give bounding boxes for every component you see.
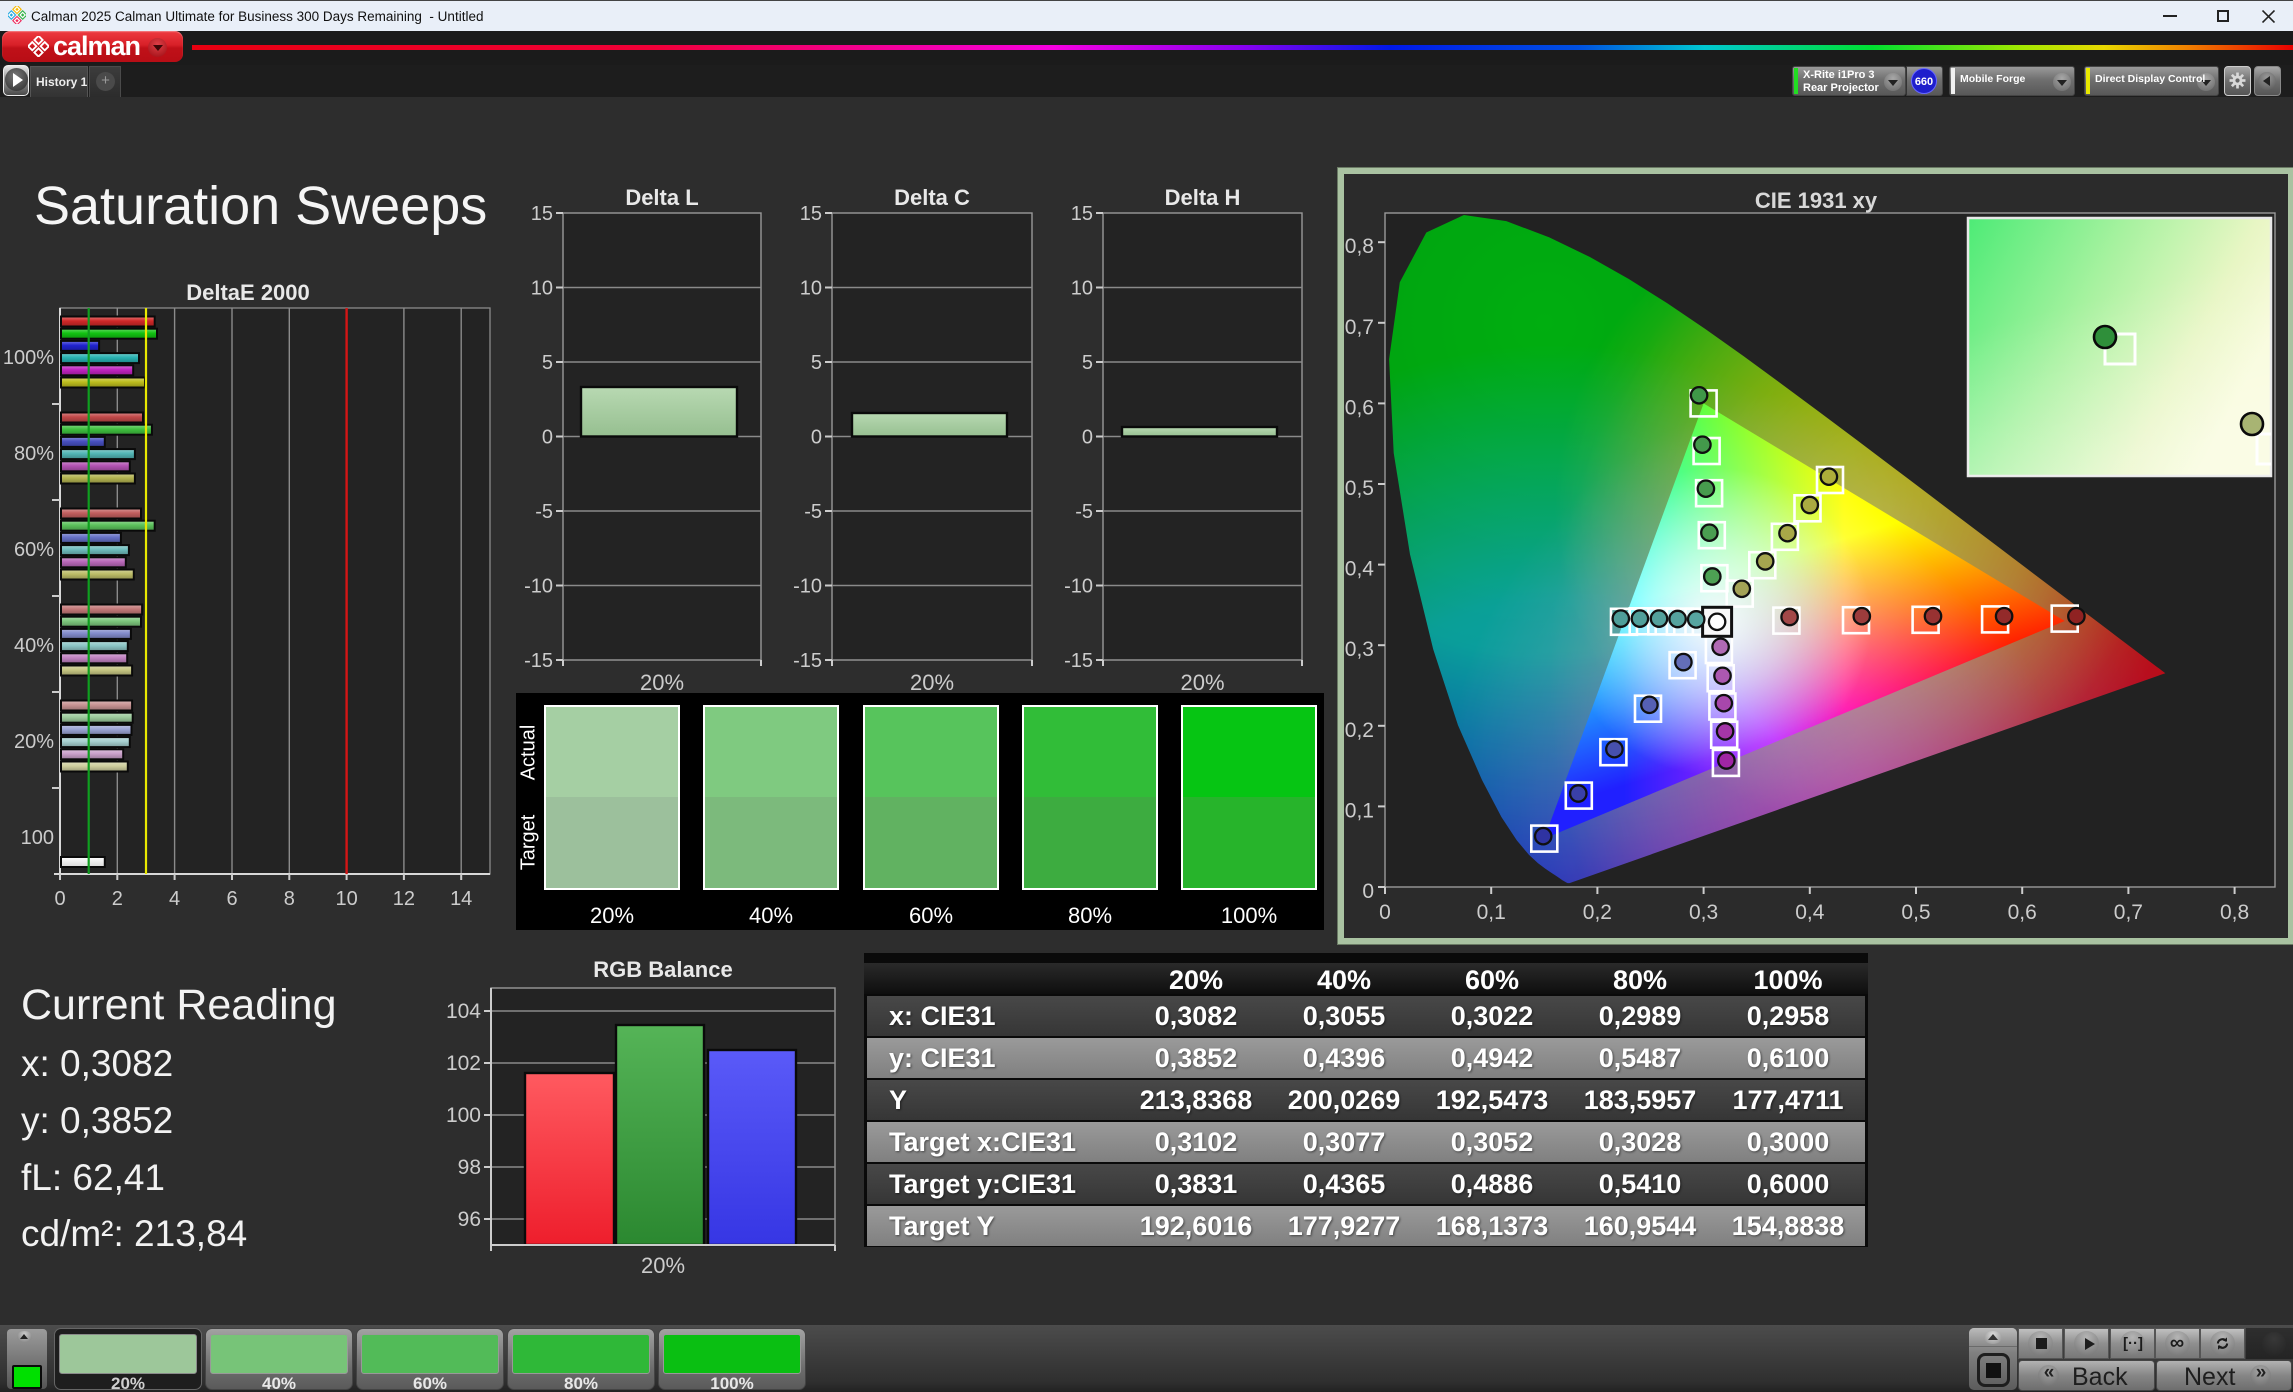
svg-text:CIE 1931 xy: CIE 1931 xy xyxy=(1755,188,1878,213)
svg-text:4: 4 xyxy=(169,888,180,910)
svg-text:0,2: 0,2 xyxy=(1345,719,1374,742)
svg-text:0,8: 0,8 xyxy=(2220,901,2249,924)
svg-text:-15: -15 xyxy=(793,650,822,672)
svg-text:0,2: 0,2 xyxy=(1583,901,1612,924)
svg-text:40%: 40% xyxy=(14,635,54,657)
svg-text:20%: 20% xyxy=(640,670,684,695)
svg-text:0,1: 0,1 xyxy=(1345,799,1374,822)
svg-text:80%: 80% xyxy=(14,443,54,465)
svg-text:0,3: 0,3 xyxy=(1689,901,1718,924)
svg-text:100%: 100% xyxy=(3,347,54,369)
svg-text:Delta H: Delta H xyxy=(1165,188,1241,210)
svg-text:5: 5 xyxy=(542,352,553,374)
svg-text:RGB Balance: RGB Balance xyxy=(593,960,732,982)
svg-text:-10: -10 xyxy=(1064,576,1093,598)
svg-text:5: 5 xyxy=(1082,352,1093,374)
svg-text:10: 10 xyxy=(1071,278,1093,300)
svg-text:-15: -15 xyxy=(1064,650,1093,672)
svg-text:0,5: 0,5 xyxy=(1901,901,1930,924)
svg-text:0: 0 xyxy=(1082,427,1093,449)
svg-text:12: 12 xyxy=(393,888,415,910)
svg-text:96: 96 xyxy=(458,1208,481,1231)
svg-text:0,6: 0,6 xyxy=(2008,901,2037,924)
svg-text:0,7: 0,7 xyxy=(2114,901,2143,924)
svg-text:-5: -5 xyxy=(804,501,822,523)
svg-text:104: 104 xyxy=(446,1000,481,1023)
svg-text:100: 100 xyxy=(446,1104,481,1127)
svg-text:20%: 20% xyxy=(641,1253,685,1278)
svg-text:DeltaE 2000: DeltaE 2000 xyxy=(186,282,310,305)
svg-text:Delta L: Delta L xyxy=(625,188,698,210)
svg-text:60%: 60% xyxy=(14,539,54,561)
svg-text:-5: -5 xyxy=(1075,501,1093,523)
svg-text:0,4: 0,4 xyxy=(1345,558,1375,581)
svg-text:-10: -10 xyxy=(793,576,822,598)
svg-text:0: 0 xyxy=(54,888,65,910)
svg-text:0: 0 xyxy=(1379,901,1391,924)
svg-text:0: 0 xyxy=(811,427,822,449)
svg-text:0,4: 0,4 xyxy=(1795,901,1825,924)
svg-text:6: 6 xyxy=(226,888,237,910)
svg-text:-15: -15 xyxy=(524,650,553,672)
svg-text:-10: -10 xyxy=(524,576,553,598)
svg-text:8: 8 xyxy=(284,888,295,910)
svg-text:20%: 20% xyxy=(14,731,54,753)
svg-text:100: 100 xyxy=(21,827,54,849)
svg-text:0,5: 0,5 xyxy=(1345,477,1374,500)
svg-text:5: 5 xyxy=(811,352,822,374)
svg-text:15: 15 xyxy=(800,203,822,225)
svg-text:0,6: 0,6 xyxy=(1345,396,1374,419)
svg-text:2: 2 xyxy=(112,888,123,910)
svg-text:0: 0 xyxy=(1362,880,1374,903)
svg-text:0: 0 xyxy=(542,427,553,449)
svg-text:20%: 20% xyxy=(1180,670,1224,695)
svg-text:0,7: 0,7 xyxy=(1345,316,1374,339)
svg-text:98: 98 xyxy=(458,1156,481,1179)
svg-text:10: 10 xyxy=(335,888,357,910)
svg-text:0,8: 0,8 xyxy=(1345,235,1374,258)
svg-text:10: 10 xyxy=(531,278,553,300)
svg-text:15: 15 xyxy=(531,203,553,225)
svg-text:15: 15 xyxy=(1071,203,1093,225)
svg-text:Delta C: Delta C xyxy=(894,188,970,210)
svg-text:0,1: 0,1 xyxy=(1477,901,1506,924)
svg-text:-5: -5 xyxy=(535,501,553,523)
svg-text:14: 14 xyxy=(450,888,472,910)
svg-text:20%: 20% xyxy=(910,670,954,695)
svg-text:0,3: 0,3 xyxy=(1345,638,1374,661)
svg-text:102: 102 xyxy=(446,1052,481,1075)
svg-text:10: 10 xyxy=(800,278,822,300)
